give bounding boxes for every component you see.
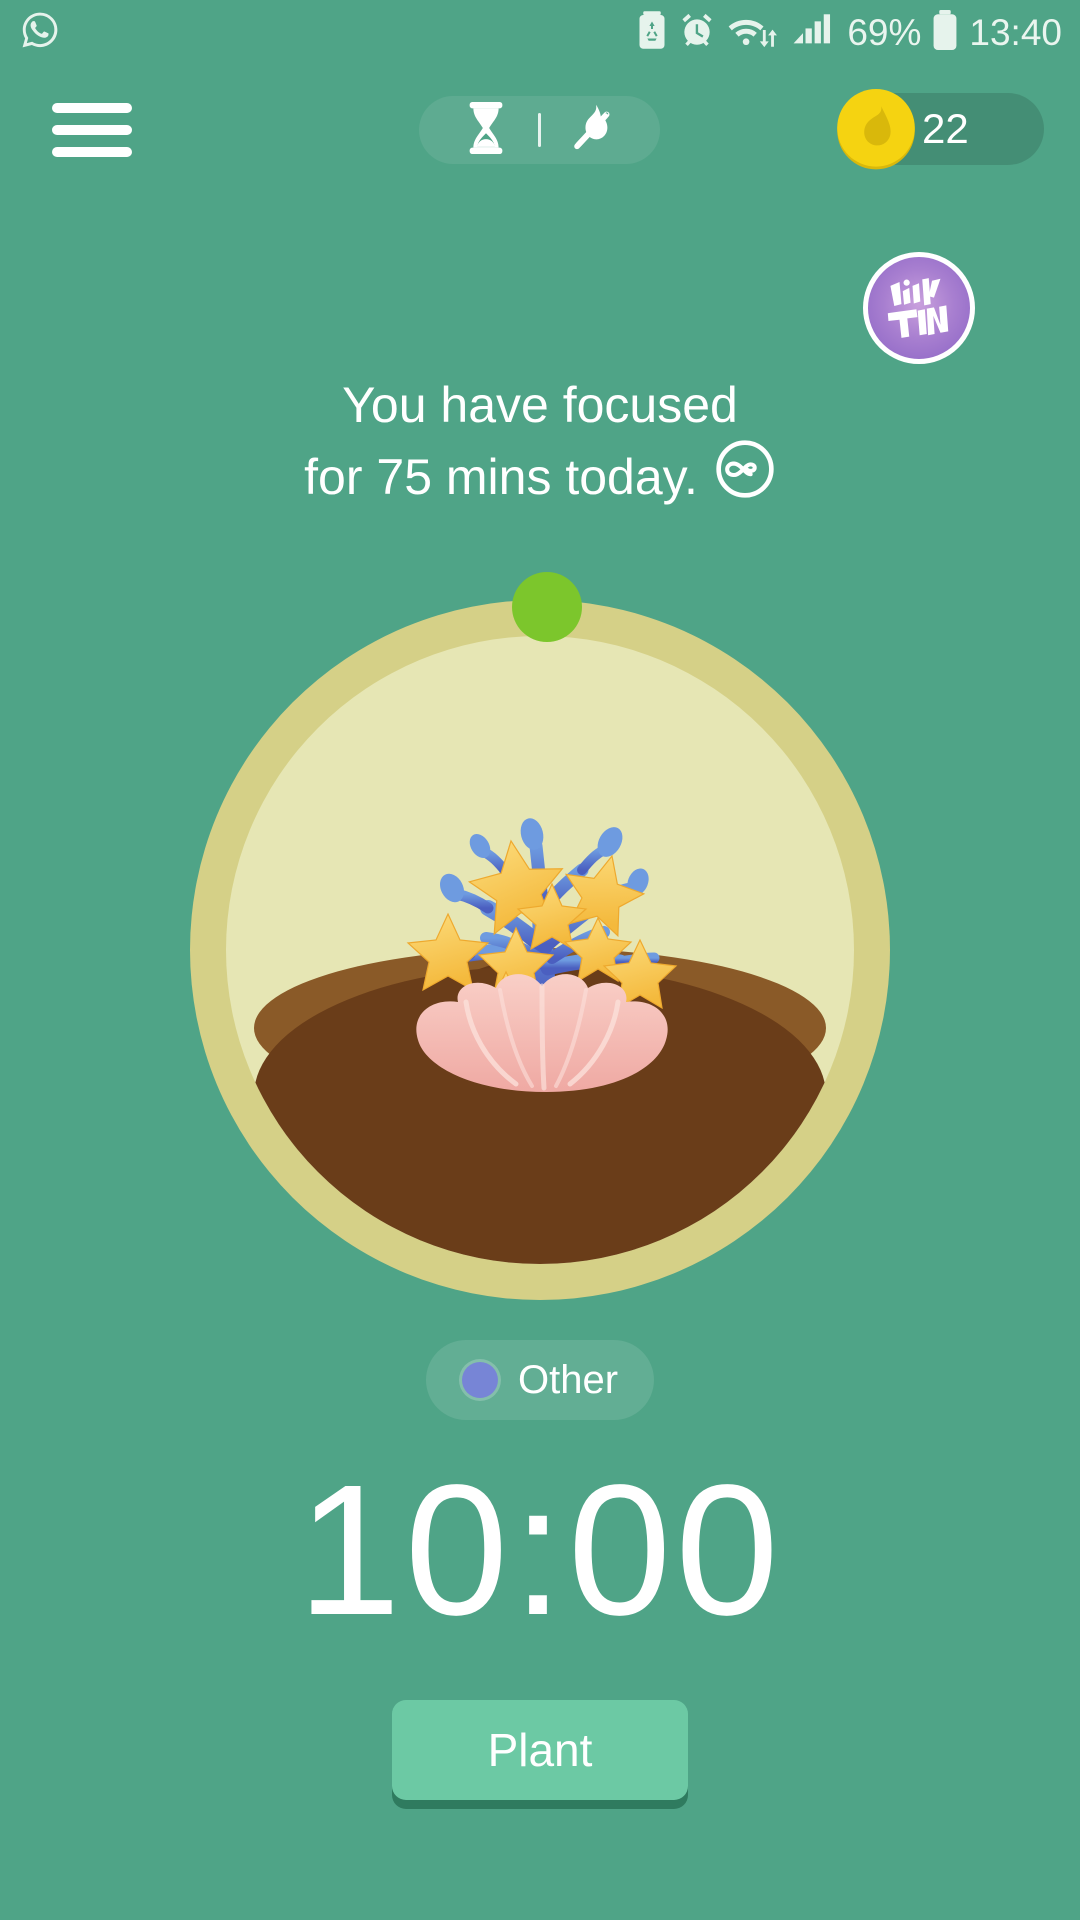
flame-off-icon xyxy=(569,102,619,159)
focus-summary-line2-row: for 75 mins today. xyxy=(0,438,1080,516)
coin-icon xyxy=(834,87,918,171)
plant-pot-icon[interactable] xyxy=(190,572,890,1300)
battery-saver-icon xyxy=(637,10,667,54)
plant-button[interactable]: Plant xyxy=(392,1700,688,1800)
status-bar: 69% 13:40 xyxy=(0,0,1080,64)
infinity-circle-icon[interactable] xyxy=(714,438,776,516)
focus-summary: You have focused for 75 mins today. xyxy=(0,372,1080,516)
hamburger-bar xyxy=(52,103,132,113)
deep-focus-mode-button[interactable] xyxy=(541,102,646,159)
focus-summary-line1: You have focused xyxy=(342,377,738,433)
hamburger-bar xyxy=(52,147,132,157)
coin-counter[interactable]: 22 xyxy=(837,89,1044,170)
wifi-icon xyxy=(727,11,781,54)
soil-container xyxy=(226,636,854,1264)
tag-selector[interactable]: Other xyxy=(425,1340,655,1420)
hamburger-bar xyxy=(52,125,132,135)
coral-star-plant-icon xyxy=(366,696,726,1096)
app-top-bar: 22 xyxy=(0,64,1080,194)
mode-toggle-group[interactable] xyxy=(419,96,660,164)
battery-percentage: 69% xyxy=(847,11,922,53)
coin-count-label: 22 xyxy=(922,105,969,152)
tag-color-dot xyxy=(461,1362,498,1398)
status-bar-system-icons: 69% 13:40 xyxy=(637,9,1062,55)
cellular-signal-icon xyxy=(792,11,836,54)
hourglass-icon xyxy=(465,101,507,159)
timer-mode-button[interactable] xyxy=(433,101,538,159)
alarm-clock-icon xyxy=(678,11,716,54)
focus-summary-line2: for 75 mins today. xyxy=(304,449,698,505)
whatsapp-icon xyxy=(18,8,62,57)
battery-icon xyxy=(932,9,958,55)
avatar-logo xyxy=(887,278,949,338)
hamburger-menu-icon[interactable] xyxy=(52,94,136,166)
focus-app-screen: 69% 13:40 22 You have focused for 75 min… xyxy=(0,0,1080,1920)
status-bar-clock: 13:40 xyxy=(969,11,1062,53)
progress-dot-icon xyxy=(512,572,582,642)
tag-label: Other xyxy=(517,1358,619,1402)
tinytan-avatar-icon[interactable] xyxy=(863,252,975,364)
status-bar-notifications xyxy=(18,8,62,57)
timer-value[interactable]: 10:00 xyxy=(0,1458,1080,1644)
